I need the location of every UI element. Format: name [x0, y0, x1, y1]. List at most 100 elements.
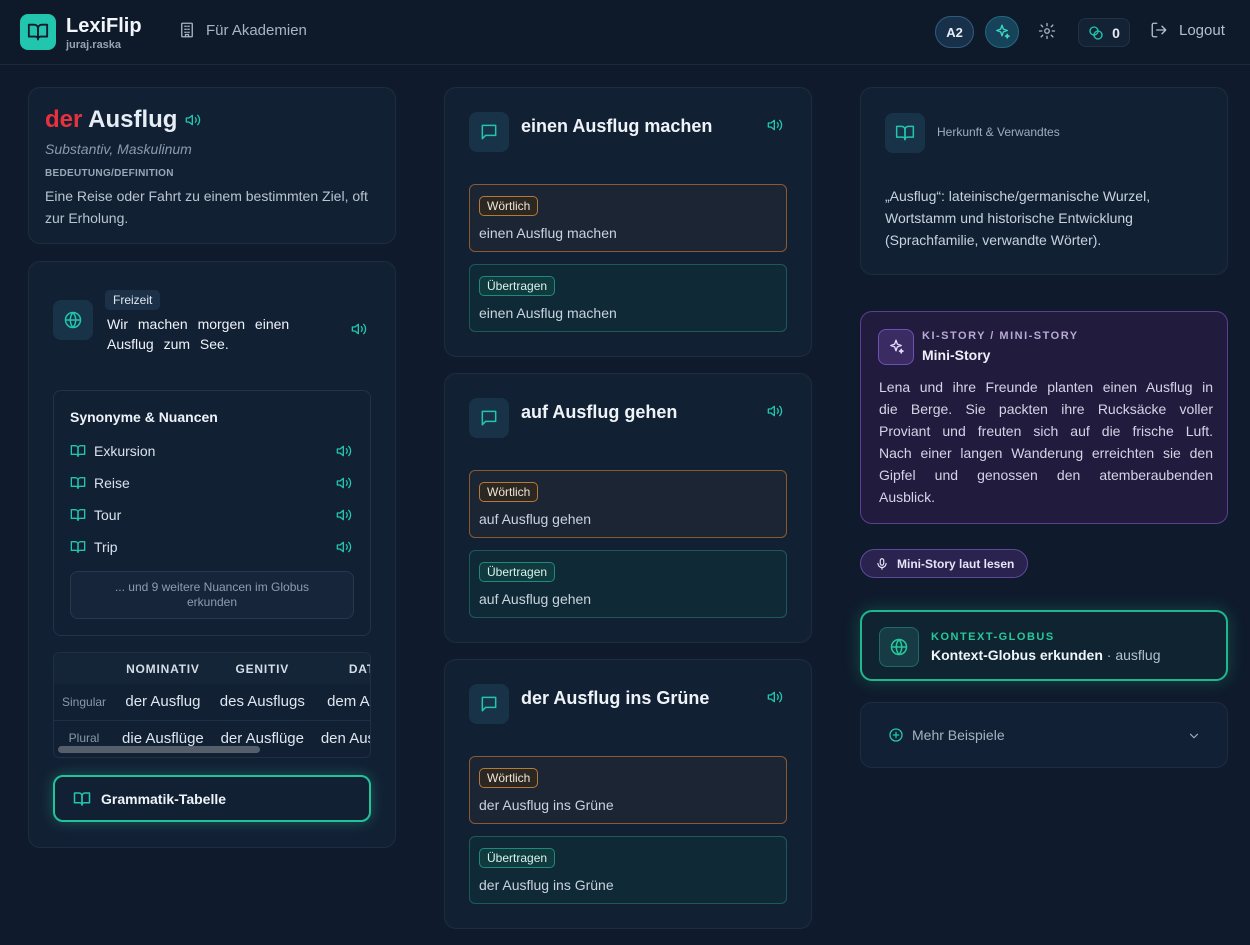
phrase-title: der Ausflug ins Grüne — [521, 688, 710, 708]
settings-gear-icon[interactable] — [1038, 22, 1056, 40]
speaker-icon[interactable] — [336, 507, 352, 523]
figurative-tag: Übertragen — [479, 848, 556, 868]
story-text: Lena und ihre Freunde planten einen Ausf… — [879, 379, 1213, 505]
book-icon — [885, 113, 925, 153]
grammar-row-label: Singular — [54, 684, 115, 721]
grammar-button-label: Grammatik-Tabelle — [101, 790, 227, 807]
grammar-header: NOMINATIV — [114, 653, 212, 684]
literal-text: einen Ausflug machen — [479, 225, 617, 241]
etymology-card: Herkunft & Verwandtes „Ausflug“: lateini… — [860, 87, 1228, 275]
figurative-tag: Übertragen — [479, 276, 556, 296]
speaker-icon[interactable] — [336, 539, 352, 555]
synonyms-panel: Synonyme & Nuancen Exkursion Reise Tour … — [53, 390, 371, 636]
globe-title-main: Kontext-Globus erkunden — [931, 647, 1103, 663]
coins-counter[interactable]: 0 — [1078, 18, 1130, 47]
book-icon — [73, 791, 91, 806]
synonym-item[interactable]: Reise — [70, 473, 352, 493]
user-name: juraj.raska — [66, 39, 122, 51]
speaker-icon[interactable] — [767, 689, 783, 705]
synonym-label: Exkursion — [94, 443, 156, 459]
figurative-meaning-box: Übertragen einen Ausflug machen — [469, 264, 787, 332]
word-heading: der Ausflug — [45, 106, 201, 134]
word-article: der — [45, 106, 83, 133]
sparkles-icon — [878, 329, 914, 365]
speaker-icon[interactable] — [185, 112, 201, 128]
phrase-card: der Ausflug ins Grüne Wörtlich der Ausfl… — [444, 659, 812, 929]
book-icon — [70, 445, 86, 457]
top-bar: LexiFlip juraj.raska Für Akademien A2 0 … — [0, 0, 1250, 65]
horizontal-scrollbar[interactable] — [58, 746, 260, 753]
figurative-meaning-box: Übertragen der Ausflug ins Grüne — [469, 836, 787, 904]
microphone-icon — [877, 557, 887, 570]
context-globe-card[interactable]: KONTEXT-GLOBUS Kontext-Globus erkunden ·… — [860, 610, 1228, 681]
definition-caption: BEDEUTUNG/DEFINITION — [45, 168, 174, 179]
speaker-icon[interactable] — [336, 443, 352, 459]
synonym-label: Tour — [94, 507, 122, 523]
etymology-text: „Ausflug“: lateinische/germanische Wurze… — [885, 188, 1151, 248]
literal-meaning-box: Wörtlich einen Ausflug machen — [469, 184, 787, 252]
globe-icon — [53, 300, 93, 340]
more-examples-label: Mehr Beispiele — [912, 727, 1005, 743]
app-name[interactable]: LexiFlip — [66, 15, 142, 38]
details-card: Freizeit Wir machen morgen einen Ausflug… — [28, 261, 396, 848]
grammar-cell: dem Ausflug — [312, 684, 370, 721]
akademien-label: Für Akademien — [206, 21, 307, 39]
etymology-title: Herkunft & Verwandtes — [937, 125, 1060, 139]
book-icon — [70, 509, 86, 521]
grammar-table[interactable]: NOMINATIV GENITIV DATIV Singular der Aus… — [53, 652, 371, 758]
story-caption: KI-STORY / MINI-STORY — [922, 330, 1079, 342]
word-pos: Substantiv, Maskulinum — [45, 141, 192, 157]
figurative-text: einen Ausflug machen — [479, 305, 617, 321]
example-sentence: Wir machen morgen einen Ausflug zum See. — [107, 316, 290, 352]
book-logo-icon[interactable] — [20, 14, 56, 50]
synonym-item[interactable]: Trip — [70, 537, 352, 557]
literal-meaning-box: Wörtlich auf Ausflug gehen — [469, 470, 787, 538]
chat-bubble-icon — [469, 684, 509, 724]
book-icon — [70, 477, 86, 489]
globe-caption: KONTEXT-GLOBUS — [931, 631, 1055, 643]
logout-icon — [1151, 22, 1167, 38]
globe-title: Kontext-Globus erkunden · ausflug — [931, 647, 1161, 663]
literal-text: der Ausflug ins Grüne — [479, 797, 614, 813]
grammar-cell: der Ausflug — [114, 684, 212, 721]
logout-label: Logout — [1179, 21, 1225, 39]
phrase-card: auf Ausflug gehen Wörtlich auf Ausflug g… — [444, 373, 812, 643]
plus-circle-icon — [889, 728, 903, 742]
more-examples-toggle[interactable]: Mehr Beispiele — [860, 702, 1228, 768]
figurative-tag: Übertragen — [479, 562, 556, 582]
speaker-icon[interactable] — [767, 403, 783, 419]
phrase-title: einen Ausflug machen — [521, 116, 713, 136]
akademien-link[interactable]: Für Akademien — [178, 21, 307, 39]
speaker-icon[interactable] — [351, 321, 367, 337]
mini-story-card: KI-STORY / MINI-STORY Mini-Story Lena un… — [860, 311, 1228, 524]
phrase-title: auf Ausflug gehen — [521, 402, 678, 422]
definition-text: Eine Reise oder Fahrt zu einem bestimmte… — [45, 188, 368, 226]
synonym-item[interactable]: Exkursion — [70, 441, 352, 461]
speaker-icon[interactable] — [336, 475, 352, 491]
level-badge[interactable]: A2 — [935, 16, 974, 48]
figurative-meaning-box: Übertragen auf Ausflug gehen — [469, 550, 787, 618]
chat-bubble-icon — [469, 112, 509, 152]
literal-tag: Wörtlich — [479, 482, 539, 502]
more-nuances-button[interactable]: ... und 9 weitere Nuancen im Globus erku… — [70, 571, 354, 619]
literal-tag: Wörtlich — [479, 768, 539, 788]
word-card: der Ausflug Substantiv, Maskulinum BEDEU… — [28, 87, 396, 244]
globe-icon — [879, 627, 919, 667]
ai-sparkle-button[interactable] — [985, 16, 1019, 48]
literal-tag: Wörtlich — [479, 196, 539, 216]
grammar-header-blank — [54, 653, 115, 684]
chevron-down-icon — [1189, 733, 1199, 739]
speaker-icon[interactable] — [767, 117, 783, 133]
grammar-cell: den Ausflügen — [320, 729, 370, 747]
synonyms-title: Synonyme & Nuancen — [70, 409, 218, 425]
grammar-table-button[interactable]: Grammatik-Tabelle — [53, 775, 371, 822]
synonym-item[interactable]: Tour — [70, 505, 352, 525]
read-story-button[interactable]: Mini-Story laut lesen — [860, 549, 1028, 578]
literal-text: auf Ausflug gehen — [479, 511, 592, 527]
synonym-label: Trip — [94, 539, 118, 555]
globe-title-suffix: · ausflug — [1106, 647, 1161, 663]
book-icon — [70, 541, 86, 553]
logout-button[interactable]: Logout — [1150, 21, 1225, 39]
figurative-text: auf Ausflug gehen — [479, 591, 592, 607]
grammar-header: DATIV — [312, 653, 370, 684]
